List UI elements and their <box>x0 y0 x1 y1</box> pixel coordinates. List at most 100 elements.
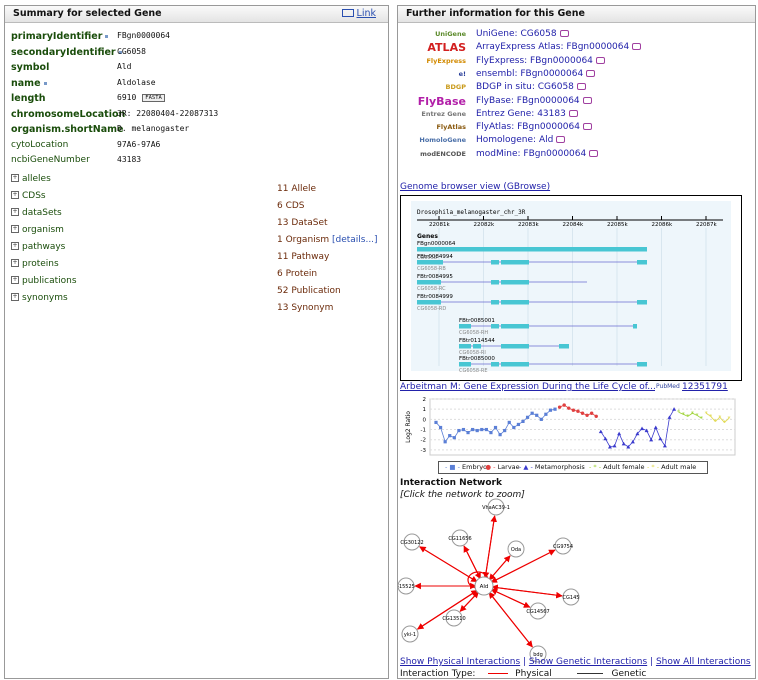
data-point <box>498 433 502 437</box>
external-link-icon[interactable] <box>559 30 569 37</box>
external-link-text[interactable]: ArrayExpress Atlas: FBgn0000064 <box>476 42 629 52</box>
collection-name[interactable]: CDSs <box>22 191 46 201</box>
external-link-text[interactable]: Homologene: Ald <box>476 135 553 145</box>
field-key: length <box>11 93 46 104</box>
pubmed-id-link[interactable]: 12351791 <box>682 382 728 392</box>
data-point <box>493 425 498 430</box>
external-link-icon[interactable] <box>595 56 605 64</box>
external-link-text[interactable]: ensembl: FBgn0000064 <box>476 69 583 79</box>
legend-swatch: - * - <box>589 463 604 471</box>
external-link-icon[interactable] <box>589 149 599 157</box>
expand-icon[interactable]: + <box>11 241 19 250</box>
external-link-icon[interactable] <box>556 136 566 144</box>
external-link-text[interactable]: FlyExpress: FBgn0000064 <box>476 56 593 66</box>
collection-row[interactable]: + proteins 6 Protein <box>11 258 391 279</box>
external-link-row[interactable]: ensembl: FBgn0000064 <box>476 68 596 81</box>
exon-feature <box>633 324 637 329</box>
exon-feature <box>637 300 647 305</box>
permalink-link[interactable]: Link <box>341 6 376 22</box>
interaction-network[interactable]: VhaAC39-1 CG11656 Oda CG9754 CG30122 -15525 CG… <box>398 494 598 664</box>
exon-feature <box>491 300 499 305</box>
collection-name[interactable]: alleles <box>22 174 51 184</box>
external-link-row[interactable]: modMine: FBgn0000064 <box>476 148 599 161</box>
external-link-row[interactable]: FlyAtlas: FBgn0000064 <box>476 121 592 134</box>
transcript-sub-label: CG6058-RD <box>417 306 446 312</box>
external-link-text[interactable]: FlyBase: FBgn0000064 <box>476 96 580 106</box>
external-link-icon[interactable] <box>568 109 578 117</box>
expand-icon[interactable]: + <box>11 224 19 233</box>
external-link-text[interactable]: Entrez Gene: 43183 <box>476 109 566 119</box>
collection-row[interactable]: + alleles 11 Allele <box>11 173 391 194</box>
node-label: -15525 <box>398 584 415 590</box>
gbrowse-image[interactable]: Drosophila_melanogaster_chr_3R 22081k 2208… <box>400 195 742 381</box>
data-point <box>521 419 525 423</box>
external-link-row[interactable]: Entrez Gene: 43183 <box>476 108 578 121</box>
external-link-row[interactable]: FlyBase: FBgn0000064 <box>476 95 592 108</box>
further-info-panel: Further information for this Gene UniGen… <box>397 5 756 679</box>
exon-feature <box>501 300 529 305</box>
expand-icon[interactable]: + <box>11 258 19 267</box>
collection-name[interactable]: organism <box>22 225 64 235</box>
external-link-icon[interactable] <box>632 43 642 51</box>
collection-row[interactable]: + dataSets 13 DataSet <box>11 207 391 228</box>
show-all-link[interactable]: Show All Interactions <box>656 657 751 667</box>
data-point <box>475 428 479 433</box>
exon-feature <box>459 344 471 349</box>
data-point: * <box>705 410 708 417</box>
field-row: length 6910 FASTA <box>11 93 371 106</box>
expand-icon[interactable]: + <box>11 292 19 301</box>
external-link-icon[interactable] <box>576 83 586 91</box>
show-genetic-link[interactable]: Show Genetic Interactions <box>529 657 647 667</box>
collection-row[interactable]: + CDSs 6 CDS <box>11 190 391 211</box>
info-dot-icon[interactable] <box>105 35 109 38</box>
collection-name[interactable]: dataSets <box>22 208 62 218</box>
show-physical-link[interactable]: Show Physical Interactions <box>400 657 520 667</box>
collection-name[interactable]: publications <box>22 276 77 286</box>
exon-feature <box>459 362 471 367</box>
data-point <box>461 427 466 432</box>
data-point <box>580 411 585 415</box>
external-link-row[interactable]: FlyExpress: FBgn0000064 <box>476 55 605 68</box>
collection-row[interactable]: + organism 1 Organism [details...] <box>11 224 391 245</box>
collection-row[interactable]: + pathways 11 Pathway <box>11 241 391 262</box>
data-point: * <box>728 415 731 422</box>
external-link-icon[interactable] <box>586 69 596 77</box>
legend-swatch: - * - <box>647 463 662 471</box>
external-link-text[interactable]: BDGP in situ: CG6058 <box>476 82 574 92</box>
external-link-row[interactable]: Homologene: Ald <box>476 134 566 147</box>
expand-icon[interactable]: + <box>11 173 19 182</box>
external-link-text[interactable]: UniGene: CG6058 <box>476 29 557 39</box>
data-point: * <box>691 410 694 417</box>
expand-icon[interactable]: + <box>11 190 19 199</box>
field-row: primaryIdentifier FBgn0000064 <box>11 31 371 44</box>
external-link-icon[interactable] <box>582 123 592 131</box>
collection-name[interactable]: pathways <box>22 242 65 252</box>
genome-browser-link[interactable]: Genome browser view (GBrowse) <box>400 182 550 192</box>
info-dot-icon[interactable] <box>43 81 47 85</box>
fasta-button[interactable]: FASTA <box>142 93 165 102</box>
exon-feature <box>559 344 569 349</box>
interaction-title: Interaction Network <box>400 478 502 488</box>
data-point <box>525 415 530 419</box>
external-link-row[interactable]: BDGP in situ: CG6058 <box>476 81 586 94</box>
exon-feature <box>417 300 441 305</box>
external-link-row[interactable]: UniGene: CG6058 <box>476 28 569 41</box>
field-row: secondaryIdentifier CG6058 <box>11 47 371 60</box>
node-label: Oda <box>511 547 521 553</box>
external-link-row[interactable]: ArrayExpress Atlas: FBgn0000064 <box>476 41 642 54</box>
expression-title-link[interactable]: Arbeitman M: Gene Expression During the … <box>400 382 655 392</box>
collection-name[interactable]: synonyms <box>22 293 68 303</box>
external-link-icon[interactable] <box>582 96 592 104</box>
data-point <box>567 406 571 410</box>
data-point <box>452 436 456 440</box>
node-label: VhaAC39-1 <box>482 505 510 511</box>
collection-row[interactable]: + publications 52 Publication <box>11 275 391 296</box>
collection-name[interactable]: proteins <box>22 259 59 269</box>
node-label: CG13510 <box>442 616 465 622</box>
field-value: D. melanogaster <box>117 124 190 133</box>
external-link-text[interactable]: FlyAtlas: FBgn0000064 <box>476 122 580 132</box>
expand-icon[interactable]: + <box>11 275 19 284</box>
expand-icon[interactable]: + <box>11 207 19 216</box>
external-link-text[interactable]: modMine: FBgn0000064 <box>476 149 586 159</box>
collection-row[interactable]: + synonyms 13 Synonym <box>11 292 391 313</box>
